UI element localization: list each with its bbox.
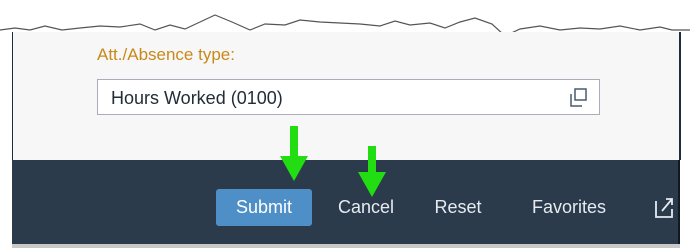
submit-button[interactable]: Submit	[216, 189, 312, 226]
favorites-button[interactable]: Favorites	[510, 189, 628, 226]
drop-shadow	[12, 244, 680, 248]
down-arrow-icon	[280, 126, 308, 181]
footer-toolbar: Submit Cancel Reset Favorites	[12, 160, 680, 244]
screenshot-frame: Att./Absence type: Hours Worked (0100) S…	[0, 0, 690, 248]
att-absence-type-input[interactable]: Hours Worked (0100)	[97, 79, 600, 115]
form-panel: Att./Absence type: Hours Worked (0100)	[12, 32, 681, 160]
down-arrow-icon	[358, 146, 386, 197]
value-help-icon[interactable]	[567, 87, 589, 109]
att-absence-type-label: Att./Absence type:	[97, 45, 235, 64]
reset-button[interactable]: Reset	[424, 189, 492, 226]
share-icon[interactable]	[652, 195, 676, 219]
att-absence-type-value: Hours Worked (0100)	[111, 88, 283, 108]
